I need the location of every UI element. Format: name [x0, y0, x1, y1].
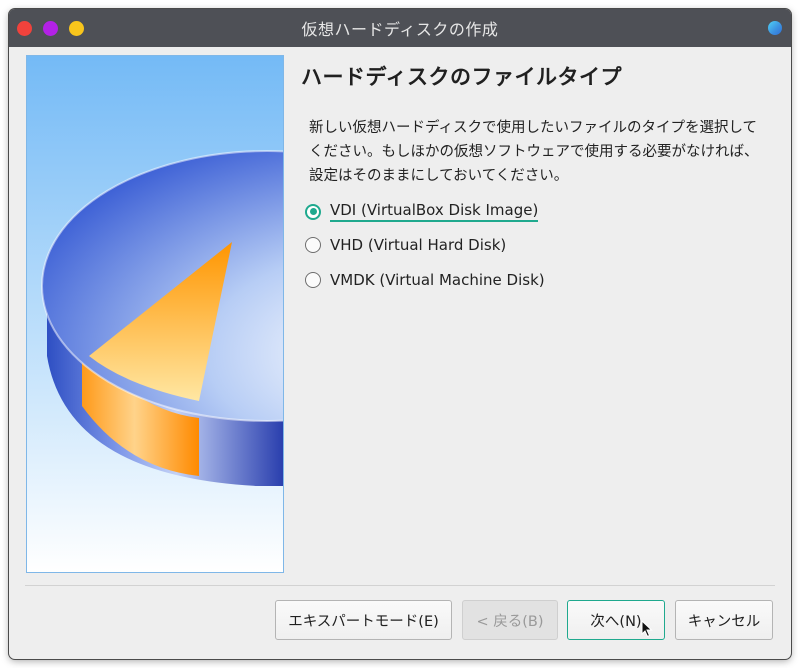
radio-unselected-icon[interactable]: [305, 272, 321, 288]
back-button[interactable]: < 戻る(B): [462, 600, 558, 640]
maximize-window-button[interactable]: [69, 21, 84, 36]
option-vmdk[interactable]: VMDK (Virtual Machine Disk): [305, 271, 545, 289]
title-bar[interactable]: 仮想ハードディスクの作成: [9, 9, 791, 47]
radio-unselected-icon[interactable]: [305, 237, 321, 253]
window-menu-icon[interactable]: [768, 21, 782, 35]
cancel-button[interactable]: キャンセル: [675, 600, 773, 640]
option-vhd[interactable]: VHD (Virtual Hard Disk): [305, 236, 506, 254]
description-text: 新しい仮想ハードディスクで使用したいファイルのタイプを選択してください。もしほか…: [309, 120, 759, 184]
option-label: VMDK (Virtual Machine Disk): [330, 271, 545, 289]
option-label: VDI (VirtualBox Disk Image): [330, 201, 539, 222]
close-window-button[interactable]: [17, 21, 32, 36]
window-title: 仮想ハードディスクの作成: [301, 20, 499, 39]
option-label: VHD (Virtual Hard Disk): [330, 236, 507, 254]
mouse-cursor-icon: [641, 620, 653, 638]
footer-separator: [25, 585, 775, 586]
expert-mode-button[interactable]: エキスパートモード(E): [275, 600, 452, 640]
hard-disk-illustration: [26, 55, 284, 573]
minimize-window-button[interactable]: [43, 21, 58, 36]
page-heading: ハードディスクのファイルタイプ: [301, 65, 623, 89]
option-vdi[interactable]: VDI (VirtualBox Disk Image): [305, 201, 539, 222]
dialog-window: 仮想ハードディスクの作成 ハードディスクのファイルタイプ 新しい仮想ハードディス…: [9, 9, 791, 659]
radio-selected-icon[interactable]: [305, 203, 321, 220]
